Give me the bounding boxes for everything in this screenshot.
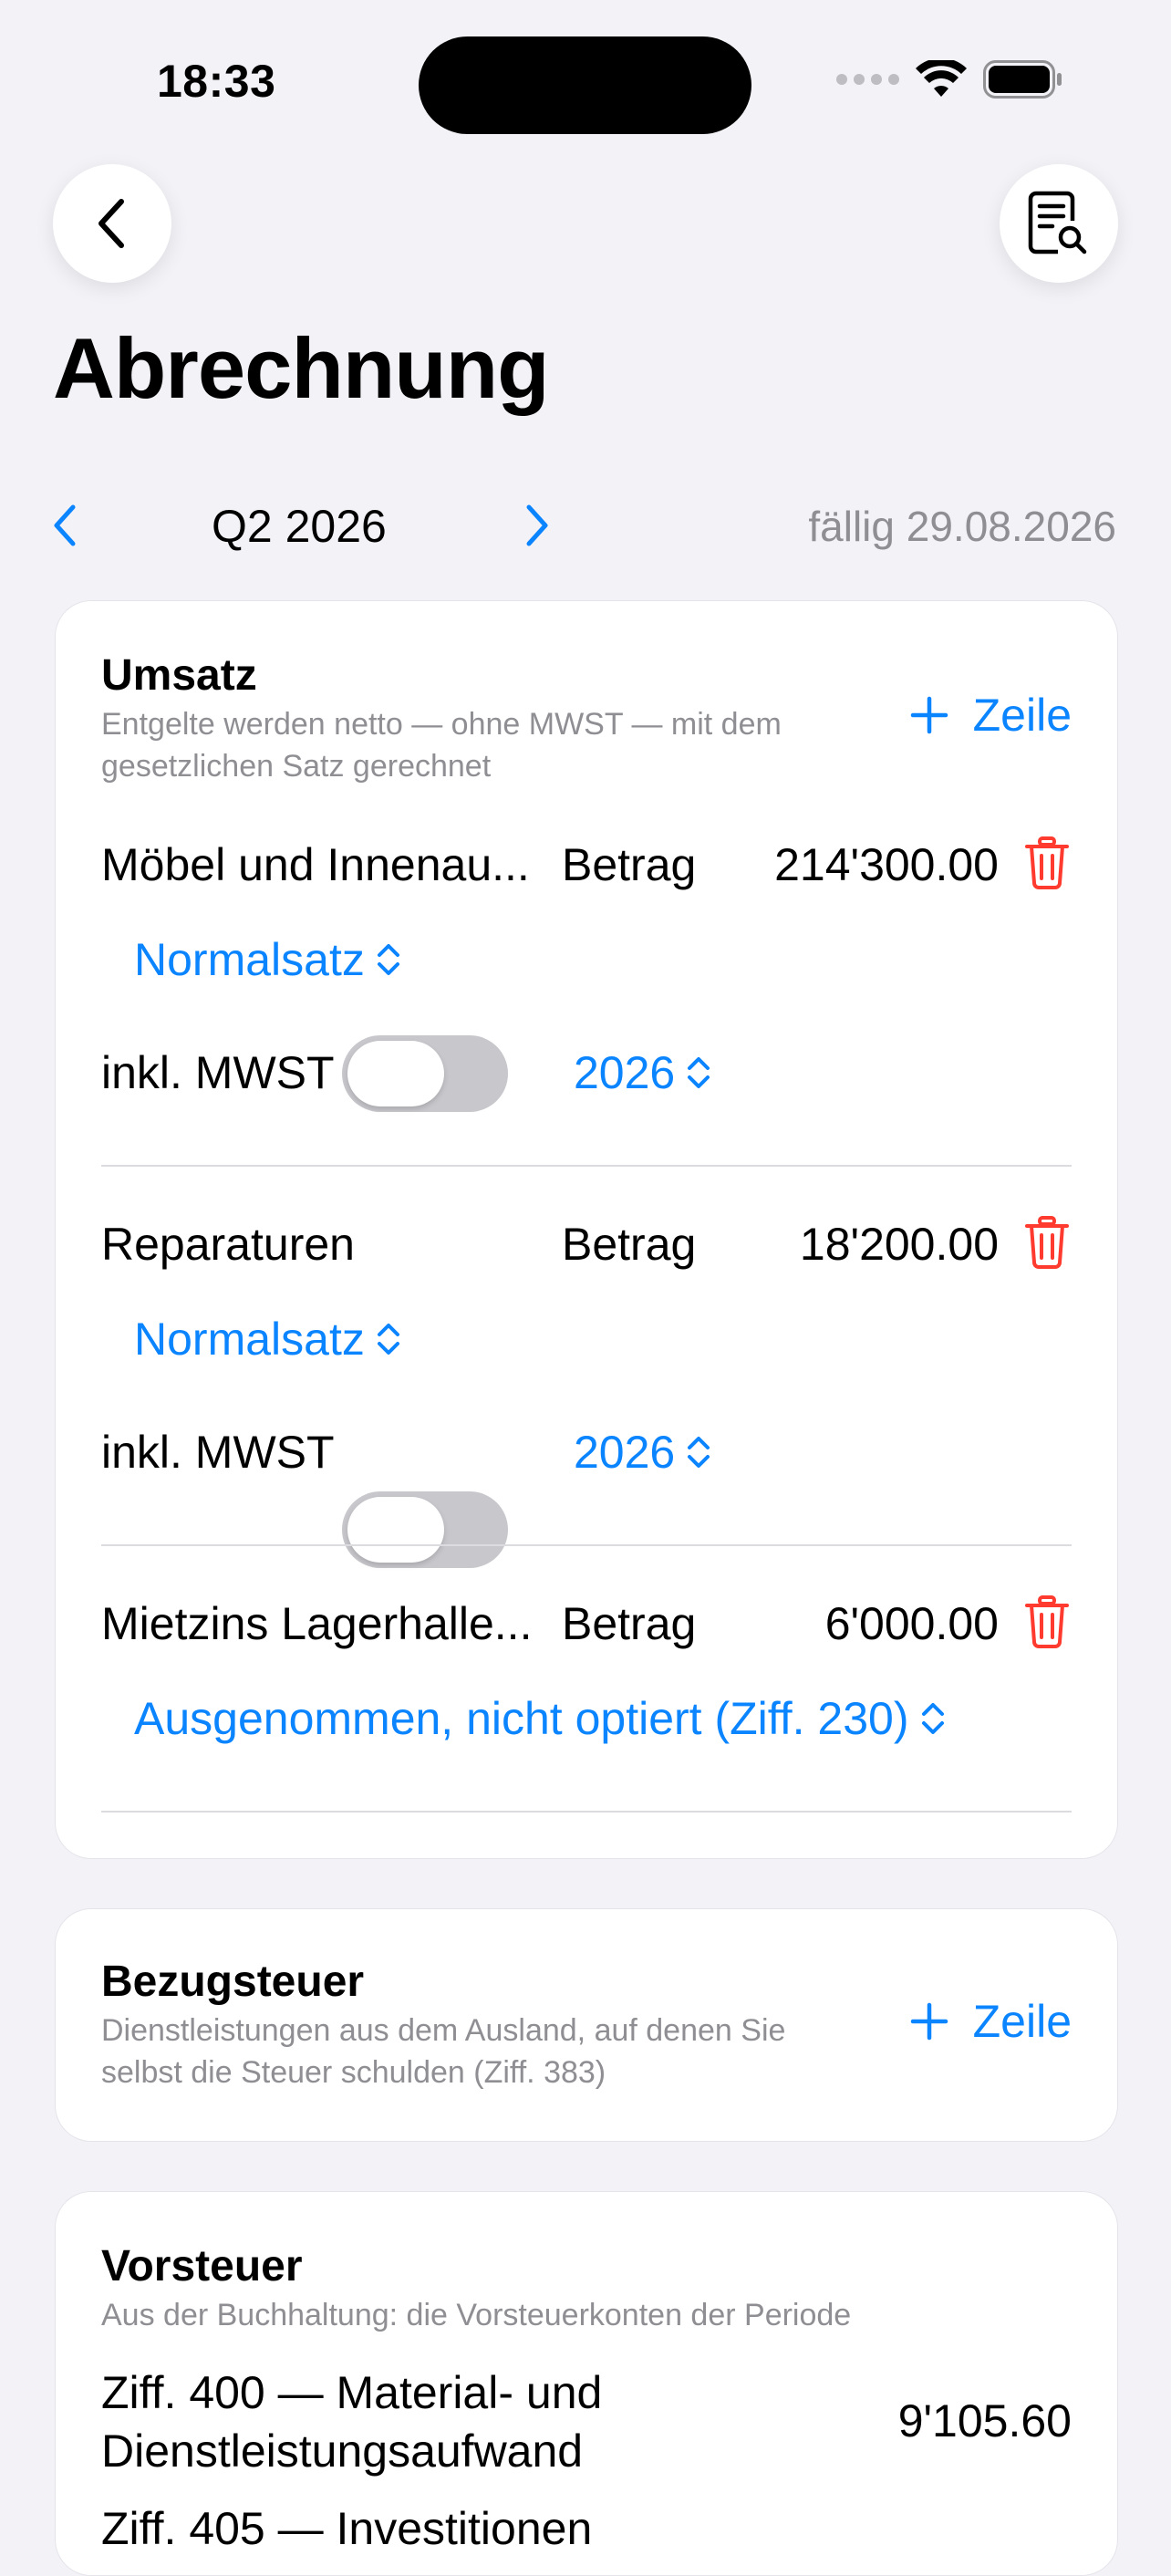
section-subtitle-line: Dienstleistungen aus dem Ausland, auf de… [101,2013,786,2048]
chevron-up-down-icon [921,1703,944,1734]
next-period-button[interactable] [518,500,554,556]
trash-icon [1025,836,1069,889]
section-title: Vorsteuer [101,2242,303,2290]
betrag-label: Betrag [562,839,697,890]
incl-mwst-label: inkl. MWST [101,1427,335,1478]
section-subtitle: Entgelte werden netto — ohne MWST — mit … [101,703,782,787]
add-bezugsteuer-row-button[interactable]: Zeile [909,1995,1072,2048]
trash-icon [1025,1216,1069,1269]
incl-mwst-toggle[interactable] [342,1035,508,1112]
vorsteuer-row-label: Ziff. 400 — Material- und Dienstleistung… [101,2363,602,2480]
previous-period-button[interactable] [47,500,84,556]
section-title: Bezugsteuer [101,1958,365,2006]
plus-icon [910,696,948,734]
umsatz-row-name[interactable]: Reparaturen [101,1218,355,1271]
tax-rate-value: Ausgenommen, nicht optiert (Ziff. 230) [134,1693,909,1744]
cellular-signal-icon [836,74,899,85]
bezugsteuer-card: Bezugsteuer Dienstleistungen aus dem Aus… [55,1908,1118,2142]
chevron-up-down-icon [377,1324,399,1355]
wifi-icon [916,60,967,97]
row-divider [101,1544,1072,1546]
status-time: 18:33 [157,56,276,107]
delete-row-button[interactable] [1024,1216,1070,1273]
delete-row-button[interactable] [1024,836,1070,894]
section-subtitle-line: gesetzlichen Satz gerechnet [101,749,492,784]
chevron-up-down-icon [377,944,399,975]
chevron-left-icon [54,504,76,546]
betrag-label: Betrag [562,1598,697,1649]
incl-mwst-label: inkl. MWST [101,1047,335,1098]
umsatz-row-name[interactable]: Möbel und Innenau... [101,838,530,891]
document-preview-button[interactable] [1000,164,1118,283]
vorsteuer-amount[interactable]: 9'105.60 [898,2394,1072,2447]
vorsteuer-row-label: Ziff. 405 — Investitionen [101,2503,593,2554]
betrag-label: Betrag [562,1219,697,1270]
amount-field[interactable]: 214'300.00 [774,838,999,891]
section-title: Umsatz [101,651,257,700]
chevron-left-icon [98,199,124,248]
incl-mwst-toggle[interactable] [342,1491,508,1568]
chevron-up-down-icon [688,1057,710,1088]
document-search-icon [1028,191,1087,254]
section-subtitle-line: selbst die Steuer schulden (Ziff. 383) [101,2055,606,2090]
vorsteuer-row-label-line: Dienstleistungsaufwand [101,2425,584,2477]
vorsteuer-card: Vorsteuer Aus der Buchhaltung: die Vorst… [55,2191,1118,2576]
toggle-knob [347,1041,444,1106]
tax-rate-value: Normalsatz [134,934,365,985]
delete-row-button[interactable] [1024,1595,1070,1653]
vorsteuer-row-label-line: Ziff. 400 — Material- und [101,2367,603,2418]
dynamic-island [419,36,751,134]
status-indicators [836,60,1063,99]
umsatz-card: Umsatz Entgelte werden netto — ohne MWST… [55,600,1118,1859]
chevron-right-icon [526,504,548,546]
add-row-label: Zeile [972,1996,1072,2047]
year-value: 2026 [574,1427,676,1478]
amount-field[interactable]: 6'000.00 [825,1597,999,1650]
trash-icon [1025,1595,1069,1648]
due-date: fällig 29.08.2026 [808,503,1116,550]
year-value: 2026 [574,1047,676,1098]
tax-rate-picker[interactable]: Normalsatz [134,1313,401,1366]
back-button[interactable] [53,164,171,283]
toggle-knob [347,1497,444,1563]
battery-icon [983,60,1062,99]
chevron-up-down-icon [688,1437,710,1468]
year-picker[interactable]: 2026 [574,1426,711,1479]
row-divider [101,1811,1072,1813]
period-label: Q2 2026 [212,501,387,552]
tax-rate-picker[interactable]: Normalsatz [134,933,401,986]
add-umsatz-row-button[interactable]: Zeile [909,689,1072,742]
year-picker[interactable]: 2026 [574,1046,711,1099]
section-subtitle: Aus der Buchhaltung: die Vorsteuerkonten… [101,2298,852,2332]
add-row-label: Zeile [972,690,1072,741]
umsatz-row-name[interactable]: Mietzins Lagerhalle... [101,1597,532,1650]
plus-icon [910,2002,948,2041]
tax-rate-value: Normalsatz [134,1314,365,1365]
row-divider [101,1165,1072,1167]
page-title: Abrechnung [53,320,550,416]
tax-rate-picker[interactable]: Ausgenommen, nicht optiert (Ziff. 230) [134,1692,946,1745]
amount-field[interactable]: 18'200.00 [800,1218,999,1271]
section-subtitle: Dienstleistungen aus dem Ausland, auf de… [101,2010,785,2093]
section-subtitle-line: Entgelte werden netto — ohne MWST — mit … [101,707,782,742]
